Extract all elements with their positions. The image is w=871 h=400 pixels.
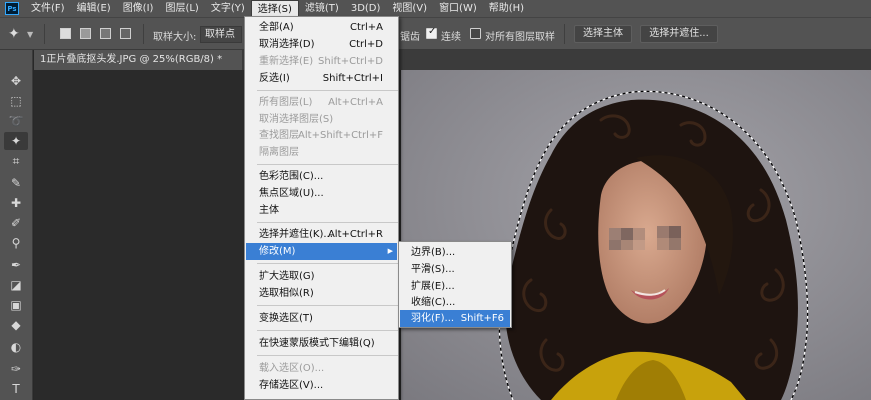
submenu-item-contract[interactable]: 收缩(C)... bbox=[400, 294, 510, 311]
menu-item-select-and-mask[interactable]: 选择并遮住(K)... Alt+Ctrl+R bbox=[246, 226, 397, 243]
contiguous-label[interactable]: 连续 bbox=[441, 28, 461, 43]
tools-panel: ✥ ⬚ ➰ ✦ ⌗ ✎ ✚ ✐ ⚲ ✒ ◪ ▣ ◆ ◐ ✑ T bbox=[0, 50, 33, 400]
menu-divider bbox=[257, 355, 398, 356]
menu-divider bbox=[257, 222, 398, 223]
sample-size-select[interactable]: 取样点 bbox=[200, 26, 242, 43]
gradient-icon[interactable]: ▣ bbox=[4, 296, 28, 314]
document-tab[interactable]: 1正片叠底抠头发.JPG @ 25%(RGB/8) * bbox=[34, 50, 242, 70]
chevron-down-icon[interactable]: ▼ bbox=[27, 30, 33, 39]
menu-view[interactable]: 视图(V) bbox=[386, 0, 433, 17]
menu-item-deselect-layers[interactable]: 取消选择图层(S) bbox=[246, 111, 397, 128]
sample-all-layers-label[interactable]: 对所有图层取样 bbox=[485, 28, 555, 43]
add-to-selection-icon[interactable] bbox=[80, 28, 91, 39]
divider bbox=[143, 24, 144, 44]
menu-help[interactable]: 帮助(H) bbox=[483, 0, 530, 17]
move-icon[interactable]: ✥ bbox=[4, 72, 28, 90]
submenu-item-feather[interactable]: 羽化(F)... Shift+F6 bbox=[400, 310, 510, 327]
type-icon[interactable]: T bbox=[4, 380, 28, 398]
subtract-from-selection-icon[interactable] bbox=[100, 28, 111, 39]
menu-item-color-range[interactable]: 色彩范围(C)... bbox=[246, 168, 397, 185]
chevron-right-icon: ▶ bbox=[387, 247, 393, 255]
menu-item-save-selection[interactable]: 存储选区(V)... bbox=[246, 377, 397, 394]
intersect-selection-icon[interactable] bbox=[120, 28, 131, 39]
marquee-icon[interactable]: ⬚ bbox=[4, 92, 28, 110]
menu-divider bbox=[257, 90, 398, 91]
menu-item-all-layers[interactable]: 所有图层(L) Alt+Ctrl+A bbox=[246, 94, 397, 111]
menu-divider bbox=[257, 330, 398, 331]
menu-image[interactable]: 图像(I) bbox=[117, 0, 160, 17]
menu-divider bbox=[257, 305, 398, 306]
menu-item-grow[interactable]: 扩大选取(G) bbox=[246, 268, 397, 285]
menu-item-load-selection[interactable]: 载入选区(O)... bbox=[246, 360, 397, 377]
menu-item-similar[interactable]: 选取相似(R) bbox=[246, 285, 397, 302]
crop-icon[interactable]: ⌗ bbox=[4, 152, 28, 170]
menu-select[interactable]: 选择(S) bbox=[250, 0, 299, 17]
history-brush-icon[interactable]: ✒ bbox=[4, 256, 28, 274]
menu-item-subject[interactable]: 主体 bbox=[246, 202, 397, 219]
menu-3d[interactable]: 3D(D) bbox=[345, 0, 387, 17]
submenu-item-border[interactable]: 边界(B)... bbox=[400, 244, 510, 261]
healing-brush-icon[interactable]: ✚ bbox=[4, 194, 28, 212]
select-menu-dropdown: 全部(A) Ctrl+A 取消选择(D) Ctrl+D 重新选择(E) Shift+C… bbox=[244, 16, 399, 400]
document-tab-bar: 1正片叠底抠头发.JPG @ 25%(RGB/8) * × bbox=[34, 50, 871, 70]
menu-item-select-all[interactable]: 全部(A) Ctrl+A bbox=[246, 19, 397, 36]
menu-item-transform-selection[interactable]: 变换选区(T) bbox=[246, 310, 397, 327]
eraser-icon[interactable]: ◪ bbox=[4, 276, 28, 294]
divider bbox=[564, 24, 565, 44]
dodge-icon[interactable]: ◐ bbox=[4, 338, 28, 356]
eye-censor-mosaic bbox=[609, 226, 681, 250]
eyedropper-icon[interactable]: ✎ bbox=[4, 174, 28, 192]
brush-icon[interactable]: ✐ bbox=[4, 214, 28, 232]
lasso-icon[interactable]: ➰ bbox=[4, 112, 28, 130]
submenu-item-expand[interactable]: 扩展(E)... bbox=[400, 278, 510, 295]
divider bbox=[44, 24, 45, 44]
menu-item-reselect[interactable]: 重新选择(E) Shift+Ctrl+D bbox=[246, 53, 397, 70]
clone-stamp-icon[interactable]: ⚲ bbox=[4, 234, 28, 252]
menu-item-find-layers[interactable]: 查找图层 Alt+Shift+Ctrl+F bbox=[246, 127, 397, 144]
menu-filter[interactable]: 滤镜(T) bbox=[299, 0, 345, 17]
menu-item-inverse[interactable]: 反选(I) Shift+Ctrl+I bbox=[246, 70, 397, 87]
menu-divider bbox=[257, 164, 398, 165]
sample-all-layers-checkbox[interactable] bbox=[470, 28, 481, 39]
modify-submenu: 边界(B)... 平滑(S)... 扩展(E)... 收缩(C)... 羽化(F… bbox=[398, 241, 512, 328]
magic-wand-icon[interactable]: ✦ bbox=[8, 26, 20, 42]
menu-bar: Ps 文件(F) 编辑(E) 图像(I) 图层(L) 文字(Y) 选择(S) 滤… bbox=[0, 0, 871, 17]
menu-file[interactable]: 文件(F) bbox=[25, 0, 71, 17]
menu-item-focus-area[interactable]: 焦点区域(U)... bbox=[246, 185, 397, 202]
submenu-item-smooth[interactable]: 平滑(S)... bbox=[400, 261, 510, 278]
menu-layer[interactable]: 图层(L) bbox=[159, 0, 204, 17]
menu-divider bbox=[257, 263, 398, 264]
options-bar: ✦ ▼ 取样大小: 取样点 锯齿 连续 对所有图层取样 选择主体 选择并遮住..… bbox=[0, 17, 871, 50]
blur-icon[interactable]: ◆ bbox=[4, 316, 28, 334]
menu-window[interactable]: 窗口(W) bbox=[433, 0, 483, 17]
menu-type[interactable]: 文字(Y) bbox=[205, 0, 251, 17]
contiguous-checkbox[interactable] bbox=[426, 26, 437, 39]
select-subject-button[interactable]: 选择主体 bbox=[574, 25, 632, 43]
menu-item-isolate-layers[interactable]: 隔离图层 bbox=[246, 144, 397, 161]
menu-item-quick-mask[interactable]: 在快速蒙版模式下编辑(Q) bbox=[246, 335, 397, 352]
menu-item-modify[interactable]: 修改(M) ▶ bbox=[246, 243, 397, 260]
select-and-mask-button[interactable]: 选择并遮住... bbox=[640, 25, 718, 43]
photo-image bbox=[401, 70, 871, 400]
pen-icon[interactable]: ✑ bbox=[4, 360, 28, 378]
sample-size-label: 取样大小: bbox=[153, 32, 197, 43]
anti-alias-label[interactable]: 锯齿 bbox=[400, 28, 420, 43]
magic-wand-icon[interactable]: ✦ bbox=[4, 132, 28, 150]
photoshop-logo-icon: Ps bbox=[5, 2, 19, 15]
menu-edit[interactable]: 编辑(E) bbox=[71, 0, 117, 17]
menu-item-deselect[interactable]: 取消选择(D) Ctrl+D bbox=[246, 36, 397, 53]
canvas[interactable] bbox=[34, 70, 871, 400]
new-selection-icon[interactable] bbox=[60, 28, 71, 39]
